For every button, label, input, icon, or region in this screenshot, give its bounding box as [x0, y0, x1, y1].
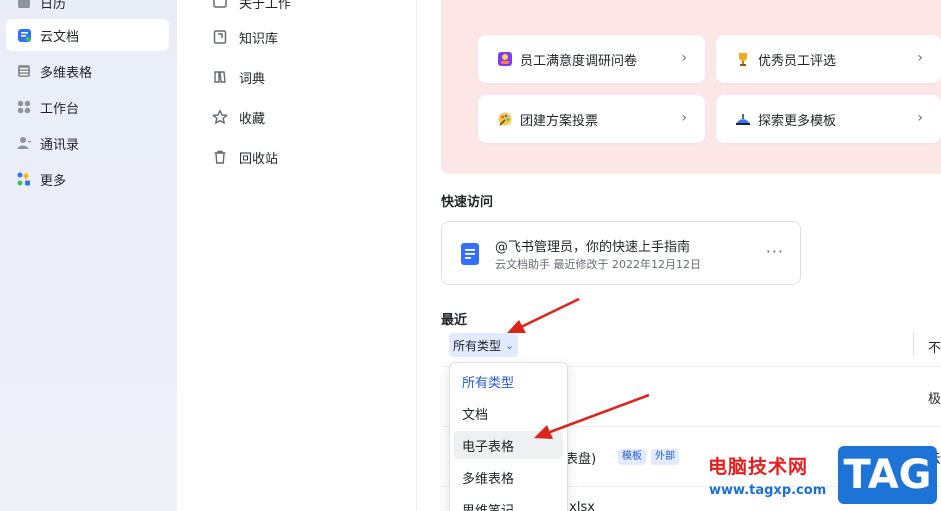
annotation-arrow — [507, 297, 580, 333]
star-icon — [211, 108, 229, 126]
app-sidebar: 日历 云文档 多维表格 工作台 通讯录 更多 — [0, 0, 177, 511]
sidebar-item-contacts[interactable]: 通讯录 — [6, 127, 169, 159]
docs-nav-item-wiki[interactable]: 知识库 — [211, 23, 278, 51]
table-cell-name: .xlsx — [565, 500, 595, 511]
grid-apps-icon — [16, 99, 32, 115]
sidebar-item-label: 日历 — [40, 0, 67, 12]
type-filter-dropdown[interactable]: 所有类型 ⌄ — [449, 333, 519, 357]
filter-option-bitable[interactable]: 多维表格 — [454, 463, 563, 491]
trophy-icon — [734, 50, 752, 68]
template-banner — [441, 0, 941, 174]
template-label: 探索更多模板 — [758, 113, 837, 129]
contacts-icon — [16, 135, 32, 151]
template-label: 员工满意度调研问卷 — [520, 53, 638, 69]
docs-nav-item-dictionary[interactable]: 词典 — [211, 63, 265, 91]
palette-icon — [496, 110, 514, 128]
dictionary-icon — [211, 68, 229, 86]
more-apps-icon — [16, 171, 32, 187]
table-cell-owner: 极 — [928, 392, 941, 407]
sidebar-item-label: 多维表格 — [40, 65, 93, 81]
calendar-icon — [16, 0, 32, 10]
trash-icon — [211, 148, 229, 166]
explore-icon — [734, 110, 752, 128]
sidebar-item-workplace[interactable]: 工作台 — [6, 91, 169, 123]
watermark-url: www.tagxp.com — [709, 483, 827, 498]
document-icon — [459, 242, 481, 266]
type-filter-menu: 所有类型 文档 电子表格 多维表格 思维笔记 — [449, 362, 568, 511]
template-card-explore[interactable]: 探索更多模板 › — [716, 95, 941, 143]
recent-title: 最近 — [441, 313, 468, 328]
column-divider — [913, 332, 914, 356]
type-filter-label: 所有类型 — [453, 338, 502, 353]
template-label: 团建方案投票 — [520, 113, 599, 129]
docs-nav-item-trash[interactable]: 回收站 — [211, 143, 278, 171]
sidebar-item-label: 工作台 — [40, 101, 80, 117]
filter-option-all[interactable]: 所有类型 — [454, 367, 563, 395]
template-card-survey[interactable]: 员工满意度调研问卷 › — [478, 35, 705, 83]
filter-option-mindnote[interactable]: 思维笔记 — [454, 495, 563, 511]
watermark-tag-logo: TAG — [838, 446, 937, 504]
sidebar-item-docs[interactable]: 云文档 — [6, 19, 169, 51]
template-tag: 模板 — [618, 449, 646, 465]
quick-access-card-meta: 云文档助手 最近修改于 2022年12月12日 — [495, 258, 701, 271]
column-header-owner: 不 — [928, 341, 941, 356]
sidebar-item-label: 通讯录 — [40, 137, 80, 153]
chevron-right-icon: › — [681, 110, 687, 126]
chevron-down-icon: ⌄ — [505, 338, 515, 352]
sidebar-item-more[interactable]: 更多 — [6, 163, 169, 195]
docs-nav-item-about[interactable]: 关于工作 — [211, 0, 291, 16]
chevron-right-icon: › — [681, 50, 687, 66]
docs-nav-item-favorites[interactable]: 收藏 — [211, 103, 265, 131]
docs-nav-label: 收藏 — [239, 111, 266, 127]
table-icon — [16, 63, 32, 79]
chevron-right-icon: › — [917, 50, 923, 66]
sidebar-item-label: 更多 — [40, 173, 67, 189]
external-tag: 外部 — [651, 449, 679, 465]
template-card-vote[interactable]: 团建方案投票 › — [478, 95, 705, 143]
filter-option-doc[interactable]: 文档 — [454, 399, 563, 427]
docs-nav-label: 关于工作 — [239, 0, 292, 12]
template-label: 优秀员工评选 — [758, 53, 837, 69]
folder-icon — [211, 0, 229, 11]
docs-icon — [16, 27, 32, 43]
docs-sidebar: 关于工作 知识库 词典 收藏 回收站 — [177, 0, 417, 511]
survey-icon — [496, 50, 514, 68]
quick-access-card[interactable]: @飞书管理员，你的快速上手指南 云文档助手 最近修改于 2022年12月12日 … — [441, 221, 801, 285]
quick-access-title: 快速访问 — [441, 195, 494, 210]
quick-access-card-title: @飞书管理员，你的快速上手指南 — [495, 240, 691, 255]
chevron-right-icon: › — [917, 110, 923, 126]
docs-nav-label: 回收站 — [239, 151, 279, 167]
sidebar-item-label: 云文档 — [40, 29, 80, 45]
more-options-icon[interactable]: ··· — [766, 242, 784, 261]
sidebar-item-bitable[interactable]: 多维表格 — [6, 55, 169, 87]
docs-nav-label: 知识库 — [239, 31, 279, 47]
watermark-site-name: 电脑技术网 — [708, 456, 809, 478]
template-card-award[interactable]: 优秀员工评选 › — [716, 35, 941, 83]
wiki-icon — [211, 28, 229, 46]
filter-option-sheet[interactable]: 电子表格 — [454, 431, 563, 459]
docs-nav-label: 词典 — [239, 71, 266, 87]
sidebar-item-calendar[interactable]: 日历 — [6, 0, 169, 18]
